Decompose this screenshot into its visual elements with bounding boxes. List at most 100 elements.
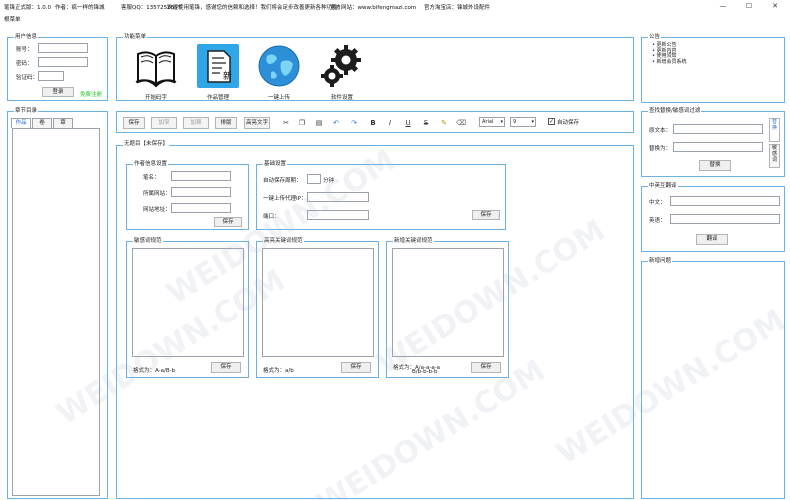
author-settings-panel: 作者信息设置 笔名： 所属网站： 网站地址： 保存 xyxy=(126,161,249,230)
password-input[interactable] xyxy=(38,57,88,67)
url-input[interactable] xyxy=(171,203,231,213)
author-text: 作者：疯一样的锋城 xyxy=(55,5,105,11)
translate-button[interactable]: 翻译 xyxy=(696,234,728,245)
start-writing-item[interactable]: 开始码字 xyxy=(132,42,180,101)
highlight-text-button[interactable]: 高亮文字 xyxy=(244,117,270,129)
close-button[interactable]: ✕ xyxy=(766,1,784,11)
register-link[interactable]: 免费注册 xyxy=(80,90,102,98)
format-button[interactable]: 排版 xyxy=(215,117,237,129)
menu-root[interactable]: 根菜单 xyxy=(4,15,21,23)
port-input[interactable] xyxy=(307,210,369,220)
autosave-cycle-input[interactable] xyxy=(307,174,321,184)
autosave-checkbox[interactable]: ✓ xyxy=(548,118,555,125)
pen-name-label: 笔名： xyxy=(143,175,160,181)
autosave-cycle-label: 自动保存周期： xyxy=(263,178,302,184)
pen-name-input[interactable] xyxy=(171,171,231,181)
feature-menu-title: 功能菜单 xyxy=(123,34,148,41)
english-input[interactable] xyxy=(670,214,780,224)
chapter-directory-panel: 章节目录 xyxy=(7,108,108,499)
menu-bar: 根菜单 xyxy=(0,13,790,24)
chinese-label: 中文： xyxy=(649,200,666,206)
clear-format-icon[interactable]: ⌫ xyxy=(456,118,466,128)
redo-icon[interactable]: ↷ xyxy=(349,118,359,128)
notice-item[interactable]: • 新增会员系统 xyxy=(652,59,687,66)
sensitive-words-title: 敏感词规范 xyxy=(133,238,163,245)
svg-text:新: 新 xyxy=(223,70,232,82)
new-keywords-title: 新增关键词规范 xyxy=(393,238,434,245)
works-manage-item[interactable]: 新 作品管理 xyxy=(194,42,242,101)
cut-icon[interactable]: ✂ xyxy=(281,118,291,128)
website-text: 官方网站：www.bifengmazi.com xyxy=(330,5,417,11)
globe-icon xyxy=(258,45,300,87)
highlight-keywords-textarea[interactable] xyxy=(262,248,374,357)
captcha-label: 验证码： xyxy=(16,75,39,81)
paste-icon[interactable]: ▤ xyxy=(314,118,324,128)
taobao-text: 官方淘宝店：锋城外设配件 xyxy=(424,5,491,11)
copy-icon[interactable]: ❐ xyxy=(297,118,307,128)
proxy-ip-input[interactable] xyxy=(307,192,369,202)
side-tab-replace[interactable]: 替换 xyxy=(769,118,780,142)
new-keywords-textarea[interactable] xyxy=(392,248,504,357)
english-label: 英语： xyxy=(649,218,666,224)
indent-button[interactable]: 加窄 xyxy=(151,117,177,129)
user-info-title: 用户信息 xyxy=(14,34,39,41)
editor-title: 无题目【未保存】 xyxy=(123,141,170,148)
port-label: 端口： xyxy=(263,214,280,220)
app-version: 笔锋正式版：1.0.0 xyxy=(4,5,51,11)
chapter-tree[interactable] xyxy=(12,128,100,496)
maximize-button[interactable]: ☐ xyxy=(740,1,758,11)
replace-with-label: 替换为： xyxy=(649,146,672,152)
tab-works[interactable]: 作品 xyxy=(11,118,31,128)
works-manage-label: 作品管理 xyxy=(206,95,229,101)
new-keywords-panel: 新增关键词规范 格式为：A/a-a-a-a B/b-b-b-b 保存 xyxy=(386,238,509,378)
replace-button[interactable]: 替换 xyxy=(699,160,731,171)
site-input[interactable] xyxy=(171,187,231,197)
font-size-select[interactable]: 9 ▾ xyxy=(510,117,536,127)
sensitive-words-textarea[interactable] xyxy=(132,248,244,357)
highlight-keywords-panel: 高亮关键词规范 格式为：a/b 保存 xyxy=(256,238,379,378)
sensitive-words-save-button[interactable]: 保存 xyxy=(211,362,241,373)
sensitive-words-panel: 敏感词规范 格式为：A-a/B-b 保存 xyxy=(126,238,249,378)
strikethrough-icon[interactable]: S xyxy=(421,118,431,128)
basic-save-button[interactable]: 保存 xyxy=(472,210,500,220)
account-input[interactable] xyxy=(38,43,88,53)
one-click-upload-label: 一键上传 xyxy=(267,95,290,101)
bold-icon[interactable]: B xyxy=(368,118,378,128)
add-stop-button[interactable]: 加顿 xyxy=(183,117,209,129)
replace-with-input[interactable] xyxy=(673,142,763,152)
underline-icon[interactable]: U xyxy=(403,118,413,128)
highlight-keywords-format: 格式为：a/b xyxy=(263,368,294,374)
highlight-keywords-save-button[interactable]: 保存 xyxy=(341,362,371,373)
url-label: 网站地址： xyxy=(143,207,171,213)
sensitive-words-format: 格式为：A-a/B-b xyxy=(133,368,176,374)
document-icon: 新 xyxy=(197,44,239,88)
notice-list: • 更新公告 • 更新内容 • 使用须知 • 新增会员系统 xyxy=(652,42,687,66)
new-questions-title: 新增问题 xyxy=(648,258,673,265)
captcha-input[interactable] xyxy=(38,71,64,81)
tab-chapter[interactable]: 章 xyxy=(53,118,73,128)
font-family-select[interactable]: Arial ▾ xyxy=(479,117,505,127)
password-label: 密码： xyxy=(16,61,33,67)
book-icon xyxy=(135,51,177,88)
find-replace-title: 查找替换/敏感词过滤 xyxy=(648,108,702,115)
save-button[interactable]: 保存 xyxy=(123,117,145,129)
original-text-input[interactable] xyxy=(673,124,763,134)
author-save-button[interactable]: 保存 xyxy=(214,217,242,227)
side-tab-sensitive[interactable]: 敏感词 xyxy=(769,144,780,168)
gears-icon xyxy=(321,45,361,87)
minimize-button[interactable]: — xyxy=(714,1,732,11)
undo-icon[interactable]: ↶ xyxy=(331,118,341,128)
software-settings-item[interactable]: 软件设置 xyxy=(318,42,366,101)
proxy-ip-label: 一键上传代理IP： xyxy=(263,196,307,202)
new-keywords-save-button[interactable]: 保存 xyxy=(471,362,501,373)
new-keywords-format-line2: B/b-b-b-b xyxy=(412,369,438,375)
highlight-icon[interactable]: ✎ xyxy=(439,118,449,128)
tab-volume[interactable]: 卷 xyxy=(32,118,52,128)
chinese-input[interactable] xyxy=(670,196,780,206)
author-settings-title: 作者信息设置 xyxy=(133,161,169,168)
title-bar: 笔锋正式版：1.0.0 作者：疯一样的锋城 客服QQ：1357252657 欢迎… xyxy=(0,0,790,13)
italic-icon[interactable]: I xyxy=(385,118,395,128)
notice-panel: 公告 • 更新公告 • 更新内容 • 使用须知 • 新增会员系统 xyxy=(641,34,785,103)
login-button[interactable]: 登录 xyxy=(42,87,74,97)
one-click-upload-item[interactable]: 一键上传 xyxy=(255,42,303,101)
